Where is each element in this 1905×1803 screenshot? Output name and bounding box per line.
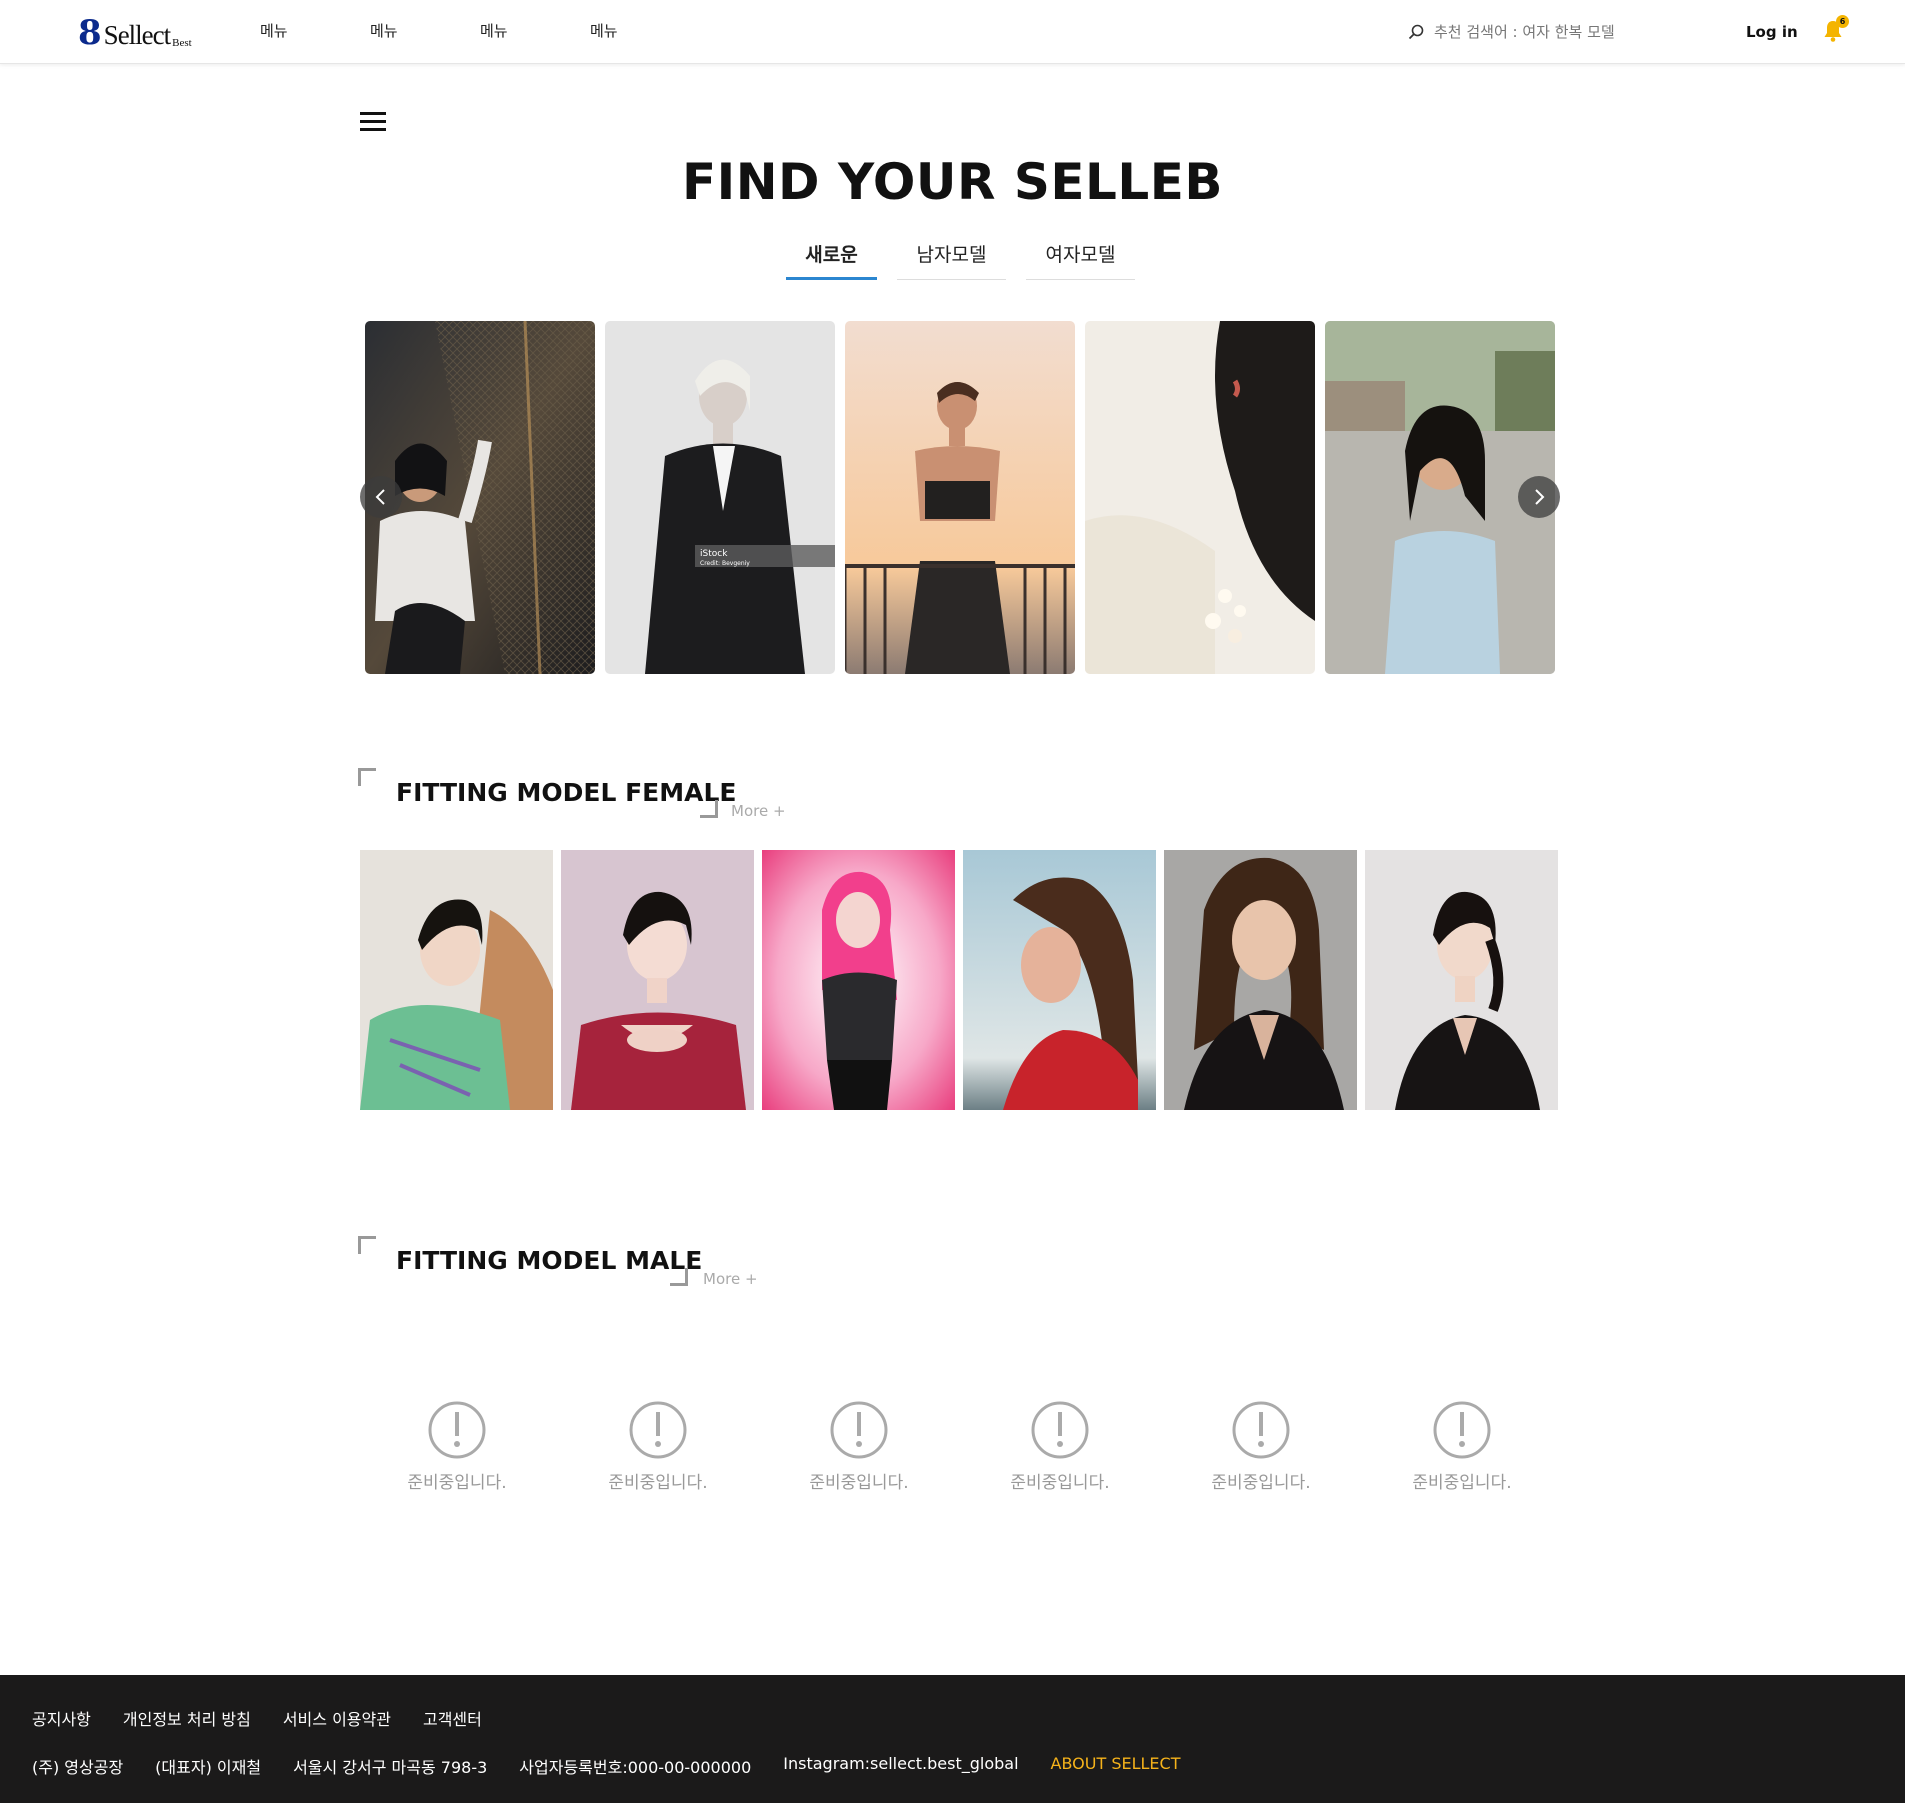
male-more-link[interactable]: More + [703, 1270, 758, 1288]
logo-sub: Best [172, 37, 192, 49]
female-model-grid [360, 850, 1560, 1110]
male-section-title: FITTING MODEL MALE [396, 1246, 703, 1275]
footer-link-terms[interactable]: 서비스 이용약관 [283, 1706, 391, 1730]
exclamation-icon [428, 1401, 486, 1459]
female-model-card[interactable] [762, 850, 955, 1110]
search-suggestion[interactable]: 추천 검색어 : 여자 한복 모델 [1434, 21, 1615, 42]
site-footer: 공지사항 개인정보 처리 방침 서비스 이용약관 고객센터 (주) 영상공장 (… [0, 1675, 1905, 1803]
carousel-prev-button[interactable] [360, 476, 402, 518]
tab-new[interactable]: 새로운 [786, 240, 877, 280]
nav-menu-1[interactable]: 메뉴 [260, 20, 370, 41]
carousel-slide[interactable]: iStock Credit: Bevgeniy [605, 321, 835, 674]
footer-business-number: 사업자등록번호:000-00-000000 [519, 1758, 752, 1777]
logo-text: Sellect [103, 20, 171, 50]
placeholder-text: 준비중입니다. [407, 1473, 507, 1493]
notification-badge: 6 [1836, 15, 1849, 28]
category-tabs: 새로운 남자모델 여자모델 [786, 240, 1155, 280]
login-link[interactable]: Log in [1746, 23, 1798, 41]
male-placeholder-card: 준비중입니다. [990, 1400, 1130, 1493]
placeholder-text: 준비중입니다. [1412, 1473, 1512, 1493]
nav-menu-3[interactable]: 메뉴 [480, 20, 590, 41]
female-section-title: FITTING MODEL FEMALE [396, 778, 737, 807]
footer-links: 공지사항 개인정보 처리 방침 서비스 이용약관 고객센터 [32, 1706, 514, 1730]
section-corner-decoration [670, 1268, 688, 1286]
placeholder-text: 준비중입니다. [809, 1473, 909, 1493]
female-model-card[interactable] [1164, 850, 1357, 1110]
footer-company-info: (주) 영상공장 (대표자) 이재철 서울시 강서구 마곡동 798-3 사업자… [32, 1754, 1212, 1778]
chevron-left-icon [375, 489, 385, 505]
male-placeholder-card: 준비중입니다. [789, 1400, 929, 1493]
placeholder-text: 준비중입니다. [1010, 1473, 1110, 1493]
footer-link-notice[interactable]: 공지사항 [32, 1706, 91, 1730]
male-placeholder-card: 준비중입니다. [387, 1400, 527, 1493]
male-placeholder-card: 준비중입니다. [588, 1400, 728, 1493]
footer-ceo: (대표자) 이재철 [155, 1758, 262, 1777]
watermark-credit: Credit: Bevgeniy [700, 560, 750, 567]
male-placeholder-card: 준비중입니다. [1191, 1400, 1331, 1493]
carousel-slide[interactable] [845, 321, 1075, 674]
hamburger-menu-icon[interactable] [360, 112, 386, 132]
page-title: FIND YOUR SELLEB [681, 153, 1224, 211]
footer-link-privacy[interactable]: 개인정보 처리 방침 [123, 1706, 251, 1730]
footer-about-link[interactable]: ABOUT SELLECT [1051, 1754, 1181, 1778]
section-corner-decoration [358, 1236, 376, 1254]
footer-company: (주) 영상공장 [32, 1758, 124, 1777]
model-carousel: iStock Credit: Bevgeniy [365, 321, 1555, 674]
main-nav: 메뉴 메뉴 메뉴 메뉴 [260, 20, 700, 41]
female-model-card[interactable] [360, 850, 553, 1110]
site-logo[interactable]: 8 Sellect Best [78, 14, 192, 50]
logo-mark: 8 [78, 13, 102, 53]
tab-female-model[interactable]: 여자모델 [1026, 240, 1135, 280]
footer-address: 서울시 강서구 마곡동 798-3 [293, 1758, 488, 1777]
exclamation-icon [629, 1401, 687, 1459]
watermark-text: iStock [700, 549, 728, 559]
top-header: 8 Sellect Best 메뉴 메뉴 메뉴 메뉴 추천 검색어 : 여자 한… [0, 0, 1905, 64]
male-placeholder-card: 준비중입니다. [1392, 1400, 1532, 1493]
footer-link-support[interactable]: 고객센터 [423, 1706, 482, 1730]
female-model-card[interactable] [1365, 850, 1558, 1110]
section-corner-decoration [700, 800, 718, 818]
female-more-link[interactable]: More + [731, 802, 786, 820]
nav-menu-4[interactable]: 메뉴 [590, 20, 700, 41]
nav-menu-2[interactable]: 메뉴 [370, 20, 480, 41]
exclamation-icon [1031, 1401, 1089, 1459]
section-corner-decoration [358, 768, 376, 786]
chevron-right-icon [1535, 489, 1545, 505]
female-model-card[interactable] [963, 850, 1156, 1110]
search-bar[interactable]: 추천 검색어 : 여자 한복 모델 [1408, 21, 1615, 42]
carousel-next-button[interactable] [1518, 476, 1560, 518]
exclamation-icon [1232, 1401, 1290, 1459]
female-model-card[interactable] [561, 850, 754, 1110]
search-icon[interactable] [1408, 24, 1424, 40]
exclamation-icon [830, 1401, 888, 1459]
placeholder-text: 준비중입니다. [608, 1473, 708, 1493]
placeholder-text: 준비중입니다. [1211, 1473, 1311, 1493]
exclamation-icon [1433, 1401, 1491, 1459]
carousel-slide[interactable] [1085, 321, 1315, 674]
tab-male-model[interactable]: 남자모델 [897, 240, 1006, 280]
footer-instagram[interactable]: Instagram:sellect.best_global [783, 1754, 1018, 1778]
